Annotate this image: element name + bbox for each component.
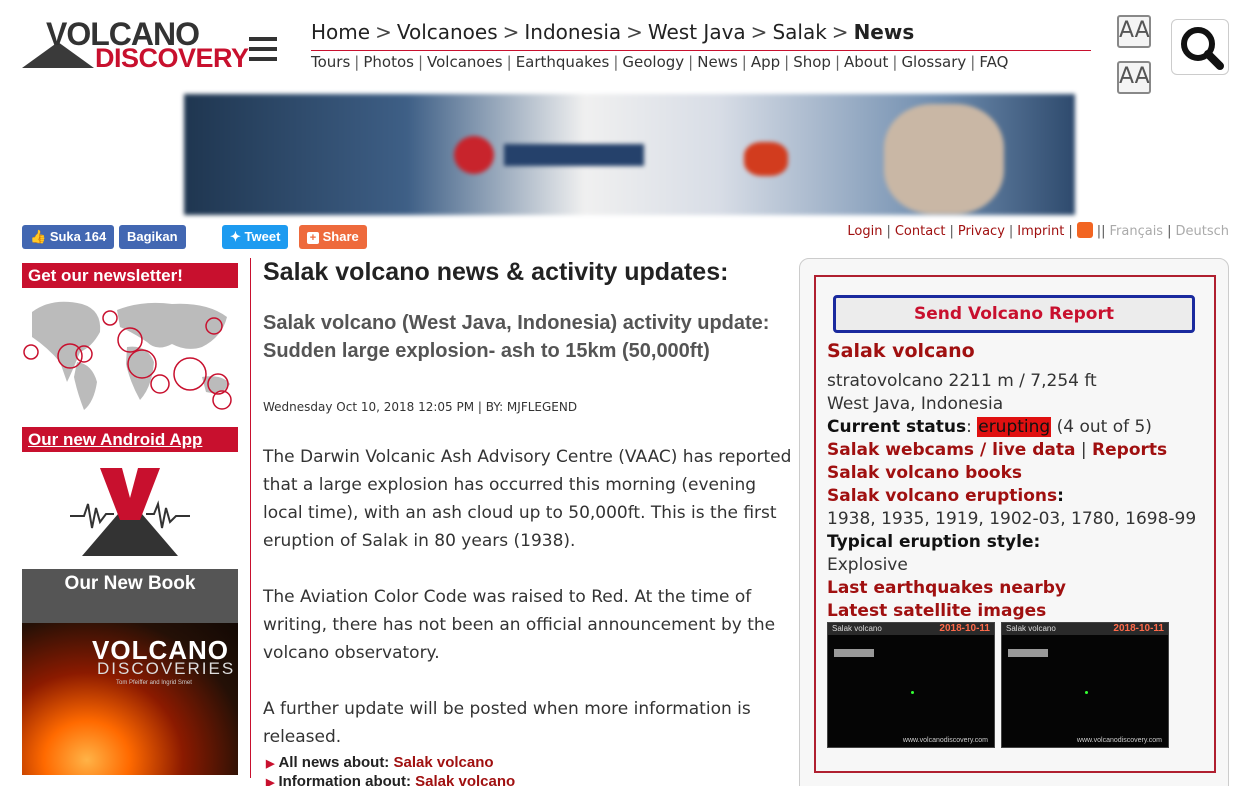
all-news-link[interactable]: Salak volcano <box>393 754 493 771</box>
advertisement-banner[interactable] <box>184 94 1075 215</box>
android-app-heading[interactable]: Our new Android App <box>22 427 238 452</box>
share-button[interactable]: + Share <box>299 225 367 249</box>
breadcrumb-home[interactable]: Home <box>311 20 370 44</box>
webcams-row: Salak webcams / live data | Reports <box>827 440 1168 460</box>
satellite-link[interactable]: Latest satellite images <box>827 601 1046 621</box>
info-link[interactable]: Salak volcano <box>415 773 515 786</box>
book-cover-image[interactable]: VOLCANO DISCOVERIES Tom Pfeiffer and Ing… <box>22 623 238 775</box>
nav-geology[interactable]: Geology <box>622 53 684 71</box>
facebook-share-button[interactable]: Bagikan <box>119 225 186 249</box>
eruptions-link[interactable]: Salak volcano eruptions <box>827 486 1057 506</box>
world-map-image[interactable] <box>22 292 238 416</box>
breadcrumb-indonesia[interactable]: Indonesia <box>524 20 621 44</box>
eruption-style-value: Explosive <box>827 555 908 575</box>
arrow-right-icon: ▶ <box>266 758 275 770</box>
lang-french-link[interactable]: Français <box>1110 224 1164 239</box>
satellite-image[interactable]: Salak volcano 2018-10-11 www.volcanodisc… <box>1001 622 1169 748</box>
article-paragraph: The Aviation Color Code was raised to Re… <box>263 587 776 663</box>
breadcrumb-west-java[interactable]: West Java <box>648 20 746 44</box>
nav-volcanoes[interactable]: Volcanoes <box>427 53 503 71</box>
search-icon <box>1181 27 1224 70</box>
nav-glossary[interactable]: Glossary <box>901 53 966 71</box>
nav-earthquakes[interactable]: Earthquakes <box>516 53 610 71</box>
article-paragraph: The Darwin Volcanic Ash Advisory Centre … <box>263 447 792 551</box>
post-meta: Wednesday Oct 10, 2018 12:05 PM | BY: MJ… <box>263 400 578 414</box>
site-logo[interactable]: VOLCANO DISCOVERY <box>22 16 249 74</box>
imprint-link[interactable]: Imprint <box>1017 224 1064 239</box>
menu-icon[interactable] <box>249 37 277 67</box>
eruptions-row: Salak volcano eruptions: <box>827 486 1064 506</box>
utility-links: Login | Contact | Privacy | Imprint | || Français… <box>847 222 1229 239</box>
search-button[interactable] <box>1171 19 1229 75</box>
status-badge: erupting <box>977 417 1052 437</box>
nav-news[interactable]: News <box>697 53 738 71</box>
article-paragraph: A further update will be posted when mor… <box>263 699 751 747</box>
tweet-button[interactable]: ✦ Tweet <box>222 225 289 249</box>
app-logo-icon[interactable] <box>70 464 190 558</box>
thumbs-up-icon: 👍 <box>30 229 47 244</box>
breadcrumb: Home > Volcanoes > Indonesia > West Java > Salak… <box>311 20 915 44</box>
volcano-location: West Java, Indonesia <box>827 394 1004 414</box>
plus-icon: + <box>307 232 319 244</box>
volcano-details: Salak volcano stratovolcano 2211 m / 7,2… <box>827 340 1212 623</box>
login-link[interactable]: Login <box>847 224 882 239</box>
satellite-image[interactable]: Salak volcano 2018-10-11 www.volcanodisc… <box>827 622 995 748</box>
nav-app[interactable]: App <box>751 53 780 71</box>
font-decrease-button[interactable]: AA <box>1117 61 1151 94</box>
logo-text-discovery: DISCOVERY <box>95 43 249 73</box>
breadcrumb-volcanoes[interactable]: Volcanoes <box>397 20 498 44</box>
breadcrumb-news: News <box>853 20 915 44</box>
rss-icon[interactable] <box>1076 222 1093 238</box>
arrow-right-icon: ▶ <box>266 777 275 786</box>
eruption-years: 1938, 1935, 1919, 1902-03, 1780, 1698-99 <box>827 509 1197 529</box>
post-title[interactable]: Salak volcano (West Java, Indonesia) act… <box>263 309 783 365</box>
status-row: Current status: erupting (4 out of 5) <box>827 417 1152 437</box>
column-divider <box>250 258 251 778</box>
volcano-type-elevation: stratovolcano 2211 m / 7,254 ft <box>827 371 1097 391</box>
volcano-name-link[interactable]: Salak volcano <box>827 340 975 362</box>
nav-photos[interactable]: Photos <box>363 53 414 71</box>
info-row: ▶ Information about: Salak volcano <box>266 773 515 786</box>
newsletter-heading[interactable]: Get our newsletter! <box>22 263 238 288</box>
twitter-bird-icon: ✦ <box>230 229 241 244</box>
nav-faq[interactable]: FAQ <box>979 53 1008 71</box>
page-title: Salak volcano news & activity updates: <box>263 258 729 286</box>
nav-shop[interactable]: Shop <box>793 53 831 71</box>
nav-tours[interactable]: Tours <box>311 53 350 71</box>
webcams-link[interactable]: Salak webcams / live data <box>827 440 1076 460</box>
contact-link[interactable]: Contact <box>895 224 946 239</box>
breadcrumb-divider <box>311 50 1091 51</box>
font-increase-button[interactable]: AA <box>1117 15 1151 48</box>
all-news-row: ▶ All news about: Salak volcano <box>266 754 494 771</box>
facebook-like-button[interactable]: 👍 Suka 164 <box>22 225 115 249</box>
eruption-style-label: Typical eruption style: <box>827 532 1041 552</box>
privacy-link[interactable]: Privacy <box>958 224 1005 239</box>
earthquakes-link[interactable]: Last earthquakes nearby <box>827 578 1066 598</box>
reports-link[interactable]: Reports <box>1092 440 1167 460</box>
new-book-heading: Our New Book <box>22 569 238 623</box>
nav-about[interactable]: About <box>844 53 888 71</box>
top-navigation: Tours | Photos | Volcanoes | Earthquakes | Geolo… <box>311 53 1009 71</box>
books-link[interactable]: Salak volcano books <box>827 463 1022 483</box>
breadcrumb-salak[interactable]: Salak <box>772 20 826 44</box>
lang-german-link[interactable]: Deutsch <box>1175 224 1229 239</box>
send-report-button[interactable]: Send Volcano Report <box>833 295 1195 333</box>
